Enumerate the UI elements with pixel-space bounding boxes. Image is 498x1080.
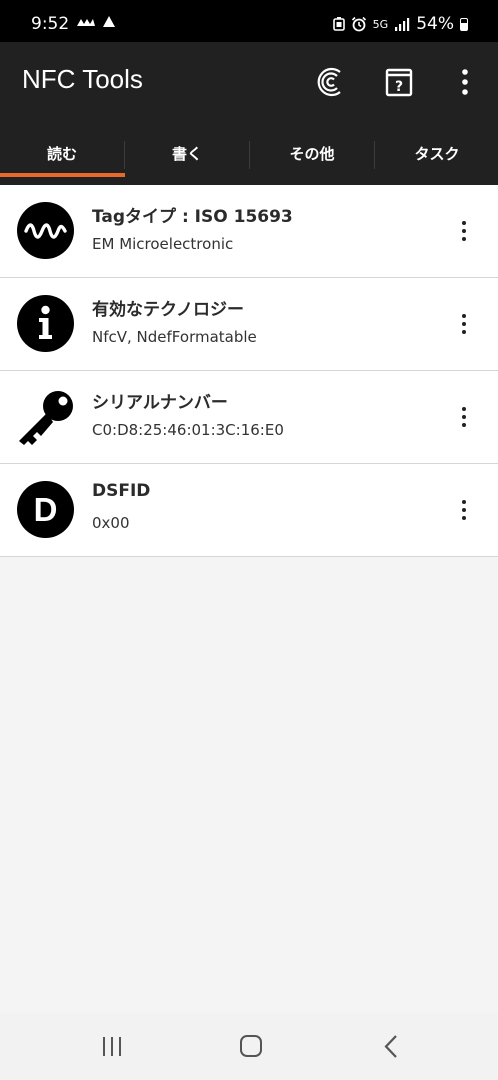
item-value: C0:D8:25:46:01:3C:16:E0 <box>92 421 284 439</box>
app-title: NFC Tools <box>22 64 143 94</box>
d-letter-icon: D <box>17 481 74 538</box>
status-bar: 9:52 5G 54% <box>0 0 498 42</box>
back-icon[interactable] <box>372 1031 412 1063</box>
signal-icon <box>395 18 410 31</box>
alarm-icon <box>351 16 366 32</box>
tab-write[interactable]: 書く <box>125 137 249 185</box>
notification-icon <box>102 16 115 27</box>
status-time: 9:52 <box>31 14 70 34</box>
svg-text:D: D <box>34 491 58 528</box>
help-book-icon[interactable]: ? <box>381 64 417 100</box>
battery-icon <box>460 17 468 31</box>
tab-tasks[interactable]: タスク <box>375 137 498 185</box>
more-vert-icon[interactable] <box>447 64 483 100</box>
list-item-serial-number[interactable]: シリアルナンバー C0:D8:25:46:01:3C:16:E0 <box>0 371 498 464</box>
list-item-technologies[interactable]: 有効なテクノロジー NfcV, NdefFormatable <box>0 278 498 371</box>
svg-text:?: ? <box>395 79 403 95</box>
nfc-logo-icon[interactable] <box>313 64 349 100</box>
key-icon <box>19 391 73 445</box>
notification-icons <box>76 15 116 31</box>
list-item-dsfid[interactable]: D DSFID 0x00 <box>0 464 498 557</box>
tab-bar: 読む 書く その他 タスク <box>0 137 498 185</box>
waveform-icon <box>17 202 74 259</box>
battery-saver-icon <box>332 17 345 31</box>
item-title: Tagタイプ : ISO 15693 <box>92 207 293 227</box>
item-more-button[interactable] <box>452 405 476 429</box>
item-title: DSFID <box>92 481 151 501</box>
list-item-tag-type[interactable]: Tagタイプ : ISO 15693 EM Microelectronic <box>0 185 498 278</box>
weather-icon <box>77 19 95 26</box>
app-bar: NFC Tools ? 読む 書く その他 タスク <box>0 42 498 185</box>
item-more-button[interactable] <box>452 498 476 522</box>
status-right: 5G 54% <box>332 14 468 34</box>
item-title: 有効なテクノロジー <box>92 300 244 320</box>
tab-other[interactable]: その他 <box>250 137 374 185</box>
tab-read[interactable]: 読む <box>0 137 124 185</box>
item-value: EM Microelectronic <box>92 235 234 253</box>
item-value: NfcV, NdefFormatable <box>92 328 257 346</box>
active-tab-indicator <box>0 173 125 177</box>
item-title: シリアルナンバー <box>92 393 228 413</box>
tag-info-list: Tagタイプ : ISO 15693 EM Microelectronic 有効… <box>0 185 498 557</box>
item-value: 0x00 <box>92 514 130 532</box>
recent-apps-icon[interactable] <box>92 1031 132 1063</box>
item-more-button[interactable] <box>452 219 476 243</box>
battery-percent: 54% <box>416 14 454 34</box>
system-nav-bar <box>0 1013 498 1080</box>
info-icon <box>17 295 74 352</box>
home-icon[interactable] <box>231 1031 271 1063</box>
network-type: 5G <box>372 17 389 31</box>
item-more-button[interactable] <box>452 312 476 336</box>
